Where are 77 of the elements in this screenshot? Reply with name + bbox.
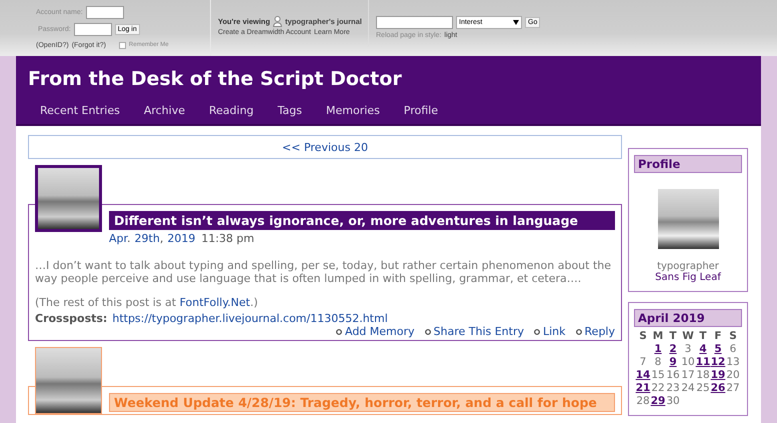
calendar-day: 13 bbox=[726, 356, 740, 368]
calendar-day: 27 bbox=[726, 382, 740, 394]
calendar-day: 23 bbox=[666, 382, 680, 394]
calendar-day-link[interactable]: 1 bbox=[650, 343, 666, 355]
calendar-day-link[interactable]: 2 bbox=[666, 343, 680, 355]
weekday-label: S bbox=[728, 330, 738, 342]
calendar-day: 17 bbox=[680, 369, 696, 381]
nav-link[interactable]: Tags bbox=[266, 104, 314, 117]
weekday-label: T bbox=[698, 330, 708, 342]
calendar-day: 15 bbox=[650, 369, 666, 381]
calendar-day-link[interactable]: 19 bbox=[710, 369, 726, 381]
site-link[interactable]: FontFolly.Net bbox=[180, 296, 250, 309]
entry-text: …I don’t want to talk about typing and spelling, per se, today, but rather certain phenomenon about the way people perceive and use language that is often lumped in with spelling, grammar, et cetera…. bbox=[35, 259, 612, 285]
calendar-day-link[interactable]: 11 bbox=[696, 356, 710, 368]
account-name-field[interactable] bbox=[86, 6, 124, 19]
calendar-day: 28 bbox=[636, 395, 650, 407]
calendar-day-link[interactable]: 26 bbox=[710, 382, 726, 394]
nav-link[interactable]: Profile bbox=[392, 104, 450, 117]
user-icon bbox=[273, 16, 282, 27]
calendar-day: 20 bbox=[726, 369, 740, 381]
nav-link[interactable]: Reading bbox=[197, 104, 266, 117]
date-link[interactable]: 29th bbox=[134, 232, 160, 245]
date-link[interactable]: Apr bbox=[109, 232, 128, 245]
bullet-icon bbox=[424, 328, 431, 334]
calendar-day: 8 bbox=[650, 356, 666, 368]
panel-heading: Profile bbox=[634, 155, 742, 173]
calendar-day-link[interactable]: 4 bbox=[696, 343, 710, 355]
crosspost-link[interactable]: https://typographer.livejournal.com/1130552.html bbox=[112, 312, 388, 325]
weekday-label: M bbox=[652, 330, 664, 342]
calendar-day: 22 bbox=[650, 382, 666, 394]
entry-action-link[interactable]: Reply bbox=[584, 325, 615, 338]
profile-photo bbox=[658, 189, 718, 249]
journal-title: From the Desk of the Script Doctor bbox=[28, 67, 403, 92]
previous-link[interactable]: << Previous 20 bbox=[282, 140, 368, 154]
bullet-icon bbox=[336, 328, 342, 334]
userpic-photo bbox=[35, 165, 102, 232]
nav-link[interactable]: Recent Entries bbox=[28, 104, 132, 117]
password-field[interactable] bbox=[74, 23, 112, 36]
calendar-day-link[interactable]: 29 bbox=[650, 395, 666, 407]
calendar-day-link[interactable]: 21 bbox=[636, 382, 650, 394]
remember-checkbox[interactable] bbox=[118, 42, 126, 48]
search-field[interactable] bbox=[376, 16, 453, 29]
caret-icon bbox=[513, 20, 519, 25]
calendar-day: 10 bbox=[680, 356, 696, 368]
entry-action-link[interactable]: Add Memory bbox=[344, 325, 415, 338]
calendar-day: 18 bbox=[696, 369, 710, 381]
calendar-day-link[interactable]: 14 bbox=[636, 369, 650, 381]
entry-time: 11:38 pm bbox=[201, 232, 254, 245]
calendar-day: 7 bbox=[636, 356, 650, 368]
weekday-label: T bbox=[668, 330, 678, 342]
username: typographer bbox=[657, 261, 719, 272]
entry-action-link[interactable]: Share This Entry bbox=[434, 325, 524, 338]
calendar-day-link[interactable]: 12 bbox=[710, 356, 726, 368]
nav-link[interactable]: Memories bbox=[314, 104, 392, 117]
calendar-day: 6 bbox=[726, 343, 740, 355]
entry-title[interactable]: Different isn’t always ignorance, or, more adventures in language bbox=[109, 211, 615, 230]
weekday-label: F bbox=[713, 330, 723, 342]
nav-link[interactable]: Archive bbox=[132, 104, 197, 117]
calendar-day-link[interactable]: 9 bbox=[666, 356, 680, 368]
calendar-day: 25 bbox=[696, 382, 710, 394]
crossposts-label: Crossposts: bbox=[35, 312, 108, 325]
entry-text: (The rest of this post is at FontFolly.Net.) bbox=[35, 296, 259, 309]
calendar-day: 30 bbox=[666, 395, 680, 407]
panel-heading: April 2019 bbox=[634, 309, 742, 327]
bullet-icon bbox=[576, 328, 582, 334]
calendar-day: 24 bbox=[680, 382, 696, 394]
date-separator: , bbox=[160, 232, 164, 245]
date-link[interactable]: 2019 bbox=[167, 232, 196, 245]
calendar-day: 16 bbox=[666, 369, 680, 381]
calendar-day: 3 bbox=[680, 343, 696, 355]
weekday-label: S bbox=[638, 330, 648, 342]
date-separator: . bbox=[127, 232, 131, 245]
bullet-icon bbox=[534, 328, 540, 334]
weekday-label: W bbox=[681, 330, 695, 342]
calendar-day-link[interactable]: 5 bbox=[710, 343, 726, 355]
profile-name-link[interactable]: Sans Fig Leaf bbox=[655, 272, 721, 283]
entry-action-link[interactable]: Link bbox=[543, 325, 566, 338]
